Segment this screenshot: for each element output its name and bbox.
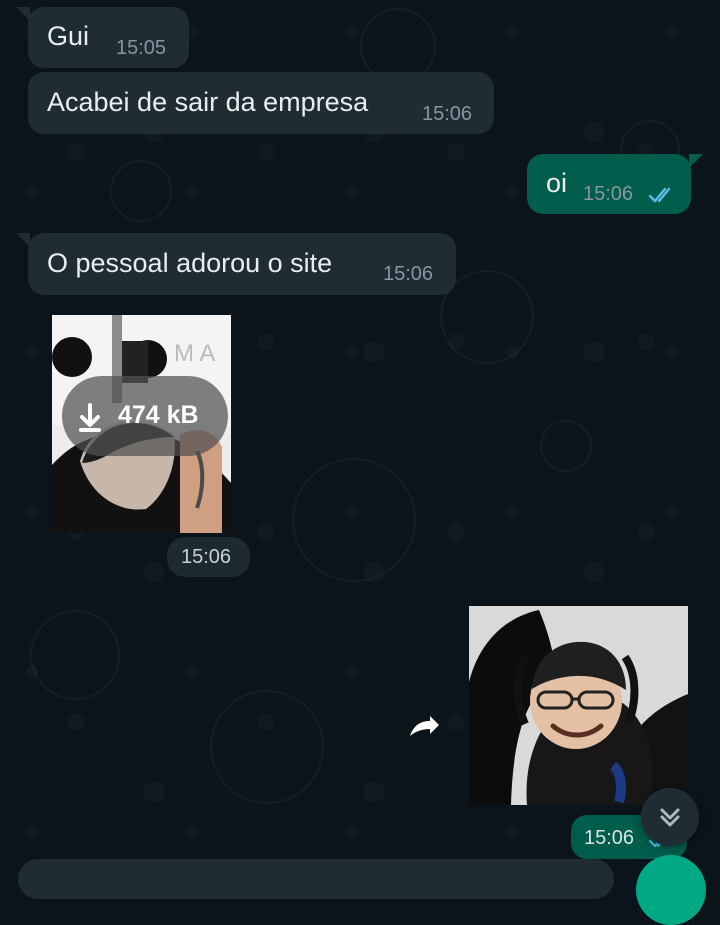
message-composer[interactable]: [18, 859, 614, 899]
message-time: 15:05: [116, 37, 167, 59]
svg-text:M A: M A: [174, 340, 215, 367]
file-size-label: 474 kB: [118, 401, 199, 429]
bubble-tail: [16, 7, 30, 21]
wallpaper-doodle: [292, 458, 416, 582]
message-text: oi: [546, 168, 568, 198]
image-thumbnail: [469, 606, 688, 805]
message-text: O pessoal adorou o site: [47, 248, 333, 278]
message-text: Gui: [47, 21, 90, 51]
message-time: 15:06: [584, 827, 635, 849]
wallpaper-doodle: [210, 690, 324, 804]
message-time: 15:06: [181, 546, 232, 568]
chevron-double-down-icon: [660, 808, 680, 827]
message-time: 15:06: [583, 183, 634, 205]
double-check-icon: [648, 187, 671, 203]
wallpaper-doodle: [540, 420, 592, 472]
bubble-tail: [16, 233, 30, 247]
message-time: 15:06: [422, 103, 473, 125]
download-icon: [79, 403, 101, 432]
wallpaper-doodle: [30, 610, 120, 700]
bubble-tail: [689, 154, 703, 168]
image-message-preview[interactable]: [469, 606, 688, 805]
message-text: Acabei de sair da empresa: [47, 87, 369, 117]
send-voice-button[interactable]: [636, 855, 706, 925]
wallpaper-doodle: [110, 160, 172, 222]
forward-icon[interactable]: [406, 714, 442, 742]
message-time: 15:06: [383, 263, 434, 285]
